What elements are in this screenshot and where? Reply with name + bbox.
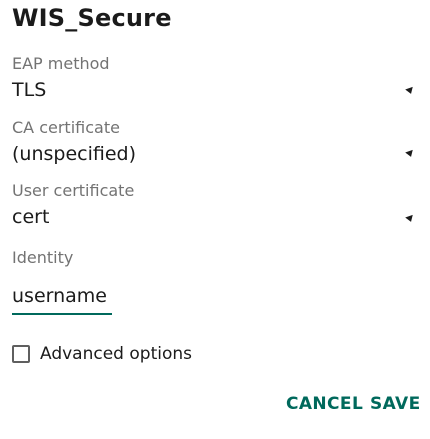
ca-certificate-label: CA certificate (12, 118, 120, 137)
cancel-button[interactable]: CANCEL (286, 394, 363, 414)
advanced-options-row[interactable]: Advanced options (12, 341, 192, 367)
dropdown-arrow-icon[interactable] (405, 86, 415, 96)
advanced-options-label: Advanced options (40, 344, 192, 364)
user-certificate-label: User certificate (12, 181, 135, 200)
user-certificate-dropdown[interactable]: cert (12, 206, 49, 228)
dropdown-arrow-icon[interactable] (405, 149, 415, 159)
dialog-title: WIS_Secure (12, 4, 172, 32)
advanced-options-checkbox[interactable] (12, 345, 30, 363)
save-button[interactable]: SAVE (370, 394, 421, 414)
dropdown-arrow-icon[interactable] (405, 214, 415, 224)
identity-input[interactable]: username (12, 285, 112, 315)
identity-label: Identity (12, 248, 74, 267)
ca-certificate-dropdown[interactable]: (unspecified) (12, 143, 136, 165)
eap-method-dropdown[interactable]: TLS (12, 79, 46, 101)
wifi-config-dialog: WIS_Secure EAP method TLS CA certificate… (0, 0, 430, 439)
eap-method-label: EAP method (12, 54, 110, 73)
